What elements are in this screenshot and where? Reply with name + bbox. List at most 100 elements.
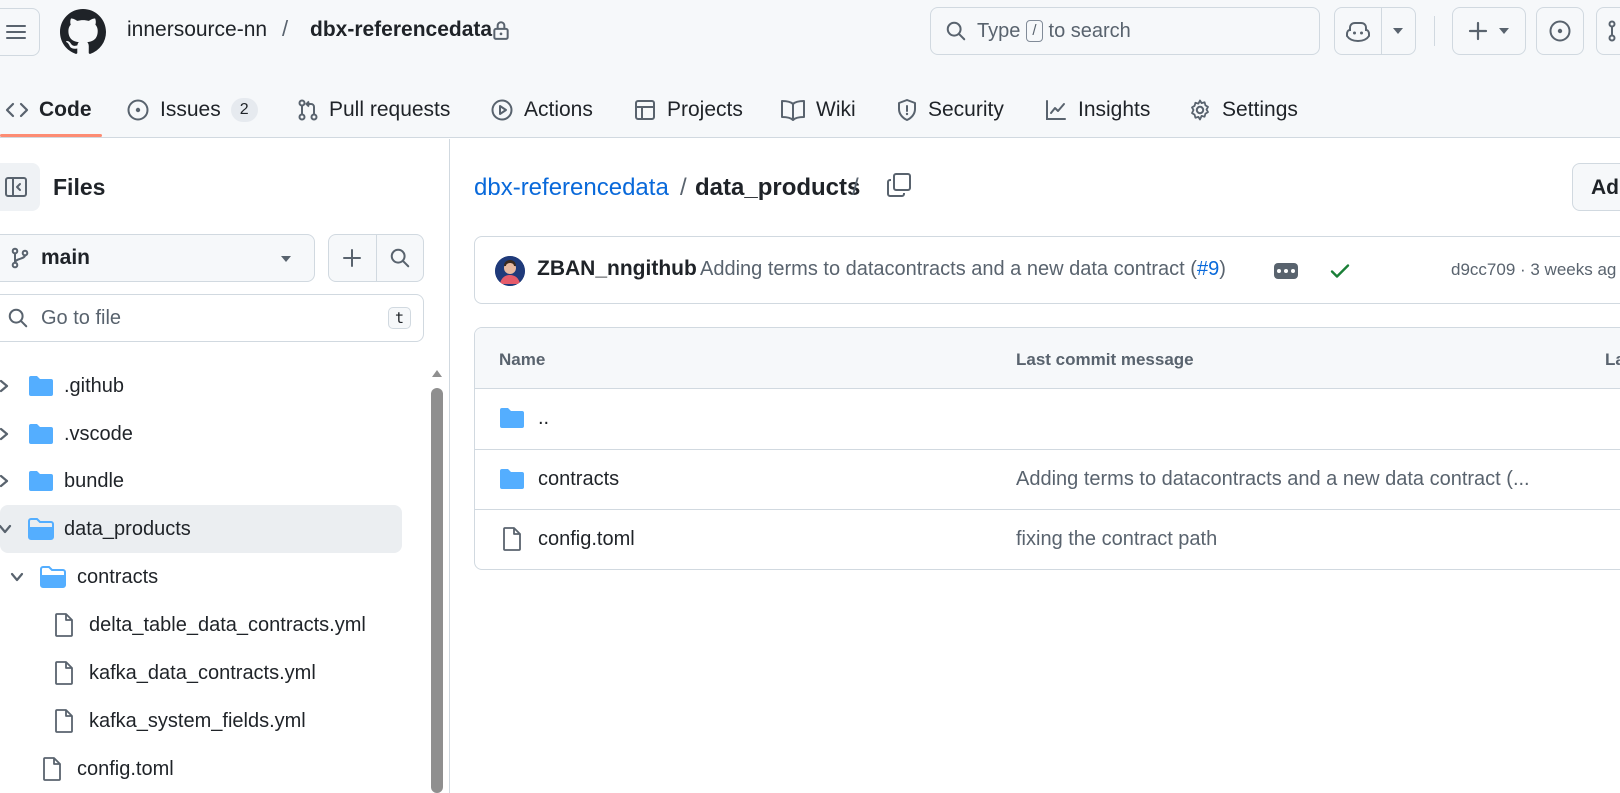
- path-separator: /: [680, 174, 687, 201]
- tree-item-label: contracts: [77, 565, 159, 588]
- tab-label: Actions: [524, 98, 593, 121]
- file-icon: [42, 757, 62, 781]
- tree-item-config-toml[interactable]: config.toml: [0, 745, 402, 793]
- menu-button[interactable]: [0, 8, 40, 56]
- row-commit-message[interactable]: Adding terms to datacontracts and a new …: [1016, 468, 1530, 491]
- path-repo-link[interactable]: dbx-referencedata: [474, 174, 669, 202]
- tree-item-data-products[interactable]: data_products: [0, 505, 402, 553]
- copilot-button[interactable]: [1334, 7, 1416, 55]
- tree-item-github[interactable]: .github: [0, 362, 402, 410]
- branch-selector[interactable]: main: [0, 234, 315, 282]
- chevron-right-icon[interactable]: [0, 378, 10, 394]
- sidebar-divider[interactable]: [449, 139, 450, 793]
- table-header: Name Last commit message La: [475, 328, 1620, 389]
- avatar[interactable]: [495, 256, 525, 286]
- tab-label: Security: [928, 98, 1004, 121]
- tree-item-label: data_products: [64, 517, 191, 540]
- commit-message-end: ): [1219, 258, 1226, 280]
- issue-opened-icon: [1549, 20, 1571, 42]
- chevron-down-icon[interactable]: [0, 523, 12, 535]
- copilot-icon: [1345, 22, 1370, 42]
- file-tree-title: Files: [53, 174, 106, 200]
- tab-label: Issues: [160, 98, 221, 121]
- github-logo-icon[interactable]: [60, 9, 106, 55]
- triangle-down-icon: [1393, 28, 1404, 34]
- tab-security[interactable]: Security: [896, 88, 1004, 132]
- tab-code[interactable]: Code: [5, 88, 92, 132]
- code-icon: [5, 102, 29, 118]
- latest-commit-box: ZBAN_nngithub Adding terms to datacontra…: [474, 236, 1620, 304]
- triangle-down-icon: [281, 256, 291, 262]
- go-to-file-shortcut-key: t: [387, 307, 411, 329]
- tree-item-kafka-data-contracts[interactable]: kafka_data_contracts.yml: [0, 649, 402, 697]
- git-branch-icon: [11, 247, 29, 269]
- tab-wiki[interactable]: Wiki: [780, 88, 856, 132]
- go-to-file-placeholder: Go to file: [41, 306, 122, 329]
- your-pull-requests-button[interactable]: [1596, 7, 1620, 55]
- tree-item-delta-table-data-contracts[interactable]: delta_table_data_contracts.yml: [0, 601, 402, 649]
- file-tree-scrollbar[interactable]: [431, 388, 443, 793]
- expand-commit-message-button[interactable]: [1274, 263, 1298, 279]
- commit-pr-link[interactable]: #9: [1197, 258, 1219, 280]
- collapse-file-tree-button[interactable]: [0, 163, 40, 211]
- tree-item-kafka-system-fields[interactable]: kafka_system_fields.yml: [0, 697, 402, 745]
- tab-settings[interactable]: Settings: [1188, 88, 1298, 132]
- copilot-dropdown[interactable]: [1382, 8, 1415, 54]
- chevron-right-icon[interactable]: [0, 473, 10, 489]
- row-commit-message[interactable]: fixing the contract path: [1016, 528, 1217, 551]
- row-name[interactable]: contracts: [538, 468, 619, 491]
- path-separator: /: [852, 174, 859, 201]
- triangle-down-icon: [1499, 28, 1509, 34]
- search-shortcut-key: /: [1026, 20, 1043, 42]
- scroll-up-arrow-icon[interactable]: [431, 368, 443, 378]
- search-icon: [946, 21, 966, 41]
- tab-label: Insights: [1078, 98, 1151, 121]
- table-row[interactable]: ..: [475, 389, 1620, 449]
- your-issues-button[interactable]: [1536, 7, 1584, 55]
- chevron-down-icon[interactable]: [10, 571, 24, 583]
- tab-actions[interactable]: Actions: [490, 88, 593, 132]
- chevron-right-icon[interactable]: [0, 426, 10, 442]
- folder-open-icon: [28, 518, 54, 540]
- issue-opened-icon: [127, 99, 149, 121]
- play-icon: [491, 99, 513, 121]
- hamburger-icon: [6, 25, 26, 39]
- row-name[interactable]: ..: [538, 407, 549, 430]
- search-code-button[interactable]: [375, 235, 423, 281]
- commit-message-text[interactable]: Adding terms to datacontracts and a new …: [700, 258, 1197, 280]
- breadcrumb-separator: /: [282, 16, 289, 41]
- commit-author[interactable]: ZBAN_nngithub: [537, 257, 697, 281]
- tree-item-contracts[interactable]: contracts: [0, 553, 402, 601]
- add-file-tree-button[interactable]: [329, 235, 376, 281]
- folder-icon: [28, 375, 54, 397]
- row-name[interactable]: config.toml: [538, 528, 635, 551]
- commit-message[interactable]: Adding terms to datacontracts and a new …: [700, 258, 1226, 281]
- table-icon: [635, 100, 655, 120]
- tab-insights[interactable]: Insights: [1044, 88, 1150, 132]
- tree-item-vscode[interactable]: .vscode: [0, 410, 402, 458]
- create-new-button[interactable]: [1452, 7, 1526, 55]
- table-row[interactable]: config.toml fixing the contract path: [475, 509, 1620, 569]
- breadcrumb-repo[interactable]: dbx-referencedata: [310, 18, 492, 42]
- commit-sha-and-time[interactable]: d9cc709 · 3 weeks ag: [1451, 260, 1616, 280]
- table-row[interactable]: contracts Adding terms to datacontracts …: [475, 449, 1620, 509]
- path-current-dir: data_products: [695, 174, 861, 201]
- tree-item-label: .vscode: [64, 422, 133, 445]
- shield-icon: [898, 99, 916, 121]
- tab-issues[interactable]: Issues 2: [126, 88, 258, 132]
- go-to-file-input[interactable]: Go to file t: [0, 294, 424, 342]
- breadcrumb-owner[interactable]: innersource-nn: [127, 18, 267, 42]
- tab-projects[interactable]: Projects: [633, 88, 743, 132]
- folder-icon: [28, 423, 54, 445]
- tab-pull-requests[interactable]: Pull requests: [297, 88, 450, 132]
- copy-icon[interactable]: [886, 172, 912, 198]
- folder-icon: [499, 468, 525, 490]
- git-pull-request-icon: [298, 99, 318, 121]
- copilot-icon-button[interactable]: [1335, 8, 1382, 54]
- column-header-last-commit-date: La: [1605, 350, 1620, 369]
- graph-icon: [1046, 100, 1066, 120]
- add-file-button[interactable]: Ad: [1572, 163, 1620, 211]
- search-input[interactable]: Type / to search: [930, 7, 1320, 55]
- check-icon[interactable]: [1328, 259, 1352, 283]
- tree-item-bundle[interactable]: bundle: [0, 457, 402, 505]
